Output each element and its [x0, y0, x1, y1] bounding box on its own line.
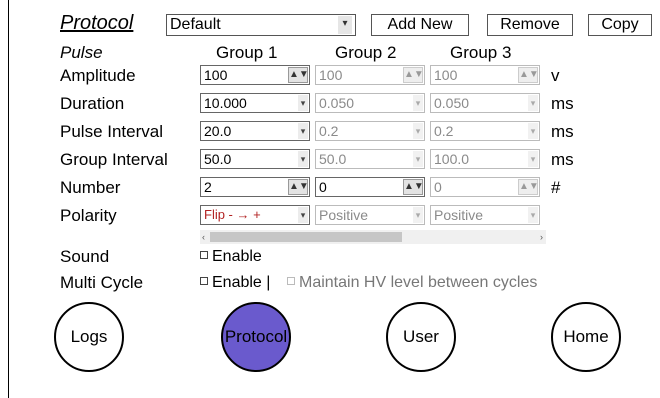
- pulse-header: Pulse: [60, 43, 103, 62]
- amplitude-label: Amplitude: [60, 66, 136, 85]
- scroll-left-icon[interactable]: ‹: [202, 230, 205, 244]
- chevron-down-icon[interactable]: ▾: [528, 151, 538, 167]
- multi-cycle-enable-checkbox[interactable]: Enable |: [200, 273, 270, 293]
- number-label: Number: [60, 178, 121, 197]
- amplitude-group-2-input[interactable]: 100 ▲▼: [315, 65, 425, 85]
- amplitude-group-2-value: 100: [319, 67, 343, 83]
- duration-group-2-select[interactable]: 0.050 ▾: [315, 93, 425, 113]
- chevron-down-icon[interactable]: ▾: [298, 151, 308, 167]
- amplitude-group-1-input[interactable]: 100 ▲▼: [200, 65, 310, 85]
- multi-cycle-enable-label: Enable |: [212, 274, 271, 291]
- protocol-select-value: Default: [170, 16, 221, 33]
- stepper-icon[interactable]: ▲▼: [518, 67, 539, 83]
- pulse-interval-group-1-value: 20.0: [204, 123, 232, 139]
- amplitude-group-1-value: 100: [204, 67, 228, 83]
- pulse-interval-group-3-select[interactable]: 0.2 ▾: [430, 121, 540, 141]
- chevron-down-icon[interactable]: ▾: [338, 16, 352, 34]
- polarity-group-1-value: Flip - → +: [204, 207, 261, 222]
- sound-enable-label: Enable: [212, 248, 262, 265]
- group-interval-unit: ms: [551, 150, 574, 169]
- nav-protocol-button[interactable]: Protocol: [221, 302, 291, 372]
- number-group-1-input[interactable]: 2 ▲▼: [200, 177, 310, 197]
- stepper-icon[interactable]: ▲▼: [403, 179, 424, 195]
- polarity-group-3-value: Positive: [434, 207, 484, 223]
- duration-group-2-value: 0.050: [319, 95, 355, 111]
- polarity-group-2-value: Positive: [319, 207, 369, 223]
- multi-cycle-label: Multi Cycle: [60, 273, 144, 292]
- group-2-header: Group 2: [335, 43, 397, 62]
- amplitude-group-3-value: 100: [434, 67, 458, 83]
- chevron-down-icon[interactable]: ▾: [528, 207, 538, 223]
- number-unit: #: [551, 178, 561, 197]
- divider: [280, 244, 402, 250]
- nav-user-button[interactable]: User: [386, 302, 456, 372]
- chevron-down-icon[interactable]: ▾: [528, 123, 538, 139]
- group-interval-group-2-select[interactable]: 50.0 ▾: [315, 149, 425, 169]
- checkbox-icon[interactable]: [287, 276, 295, 285]
- scroll-right-icon[interactable]: ›: [540, 230, 543, 244]
- remove-button[interactable]: Remove: [487, 14, 573, 36]
- amplitude-unit: v: [551, 66, 560, 85]
- pulse-interval-group-1-select[interactable]: 20.0 ▾: [200, 121, 310, 141]
- add-new-button[interactable]: Add New: [371, 14, 469, 36]
- duration-group-3-select[interactable]: 0.050 ▾: [430, 93, 540, 113]
- chevron-down-icon[interactable]: ▾: [298, 207, 308, 223]
- checkbox-icon[interactable]: [200, 250, 208, 259]
- duration-unit: ms: [551, 94, 574, 113]
- group-interval-group-3-select[interactable]: 100.0 ▾: [430, 149, 540, 169]
- polarity-group-3-select[interactable]: Positive ▾: [430, 205, 540, 225]
- chevron-down-icon[interactable]: ▾: [413, 151, 423, 167]
- number-group-3-value: 0: [434, 179, 442, 195]
- pulse-interval-group-2-value: 0.2: [319, 123, 339, 139]
- sound-label: Sound: [60, 247, 110, 266]
- group-interval-label: Group Interval: [60, 150, 168, 169]
- chevron-down-icon[interactable]: ▾: [528, 95, 538, 111]
- nav-logs-button[interactable]: Logs: [54, 302, 124, 372]
- copy-button[interactable]: Copy: [588, 14, 652, 36]
- number-group-2-value: 0: [319, 179, 327, 195]
- chevron-down-icon[interactable]: ▾: [298, 95, 308, 111]
- group-interval-group-1-value: 50.0: [204, 151, 232, 167]
- group-1-header: Group 1: [216, 43, 278, 62]
- maintain-hv-label: Maintain HV level between cycles: [299, 274, 538, 291]
- stepper-icon[interactable]: ▲▼: [288, 67, 309, 83]
- polarity-group-1-select[interactable]: Flip - → + ▾: [200, 205, 310, 225]
- page-title: Protocol: [60, 12, 134, 34]
- stepper-icon[interactable]: ▲▼: [518, 179, 539, 195]
- group-interval-group-1-select[interactable]: 50.0 ▾: [200, 149, 310, 169]
- stepper-icon[interactable]: ▲▼: [403, 67, 424, 83]
- nav-home-button[interactable]: Home: [551, 302, 621, 372]
- duration-group-1-select[interactable]: 10.000 ▾: [200, 93, 310, 113]
- scrollbar-thumb[interactable]: [210, 232, 402, 242]
- sound-enable-checkbox[interactable]: Enable: [200, 247, 262, 267]
- protocol-select[interactable]: Default ▾: [166, 14, 356, 36]
- number-group-3-input[interactable]: 0 ▲▼: [430, 177, 540, 197]
- number-group-1-value: 2: [204, 179, 212, 195]
- duration-group-1-value: 10.000: [204, 95, 247, 111]
- chevron-down-icon[interactable]: ▾: [298, 123, 308, 139]
- maintain-hv-checkbox[interactable]: Maintain HV level between cycles: [287, 273, 537, 293]
- duration-group-3-value: 0.050: [434, 95, 470, 111]
- stepper-icon[interactable]: ▲▼: [288, 179, 309, 195]
- amplitude-group-3-input[interactable]: 100 ▲▼: [430, 65, 540, 85]
- polarity-group-2-select[interactable]: Positive ▾: [315, 205, 425, 225]
- chevron-down-icon[interactable]: ▾: [413, 95, 423, 111]
- checkbox-icon[interactable]: [200, 276, 208, 285]
- window-border: [8, 0, 9, 398]
- group-interval-group-3-value: 100.0: [434, 151, 470, 167]
- pulse-interval-unit: ms: [551, 122, 574, 141]
- pulse-interval-group-3-value: 0.2: [434, 123, 454, 139]
- number-group-2-input[interactable]: 0 ▲▼: [315, 177, 425, 197]
- polarity-label: Polarity: [60, 206, 117, 225]
- pulse-interval-label: Pulse Interval: [60, 122, 163, 141]
- chevron-down-icon[interactable]: ▾: [413, 123, 423, 139]
- duration-label: Duration: [60, 94, 125, 113]
- group-interval-group-2-value: 50.0: [319, 151, 347, 167]
- chevron-down-icon[interactable]: ▾: [413, 207, 423, 223]
- horizontal-scrollbar[interactable]: ‹ ›: [200, 230, 546, 244]
- pulse-interval-group-2-select[interactable]: 0.2 ▾: [315, 121, 425, 141]
- group-3-header: Group 3: [450, 43, 512, 62]
